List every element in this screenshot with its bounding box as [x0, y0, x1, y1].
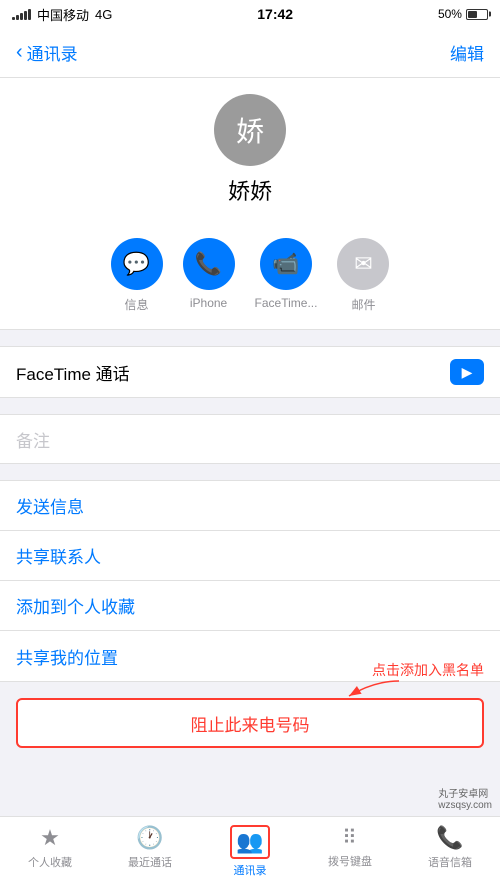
- back-label: 通讯录: [27, 40, 78, 65]
- keypad-icon: ⠿: [342, 825, 358, 850]
- back-arrow-icon: ‹: [16, 41, 23, 64]
- phone-label: iPhone: [190, 296, 227, 310]
- facetime-section-label: FaceTime 通话: [16, 360, 130, 385]
- share-location-label: 共享我的位置: [16, 644, 118, 669]
- tab-voicemail[interactable]: 📞 语音信箱: [400, 825, 500, 870]
- message-action[interactable]: 💬 信息: [111, 238, 163, 313]
- back-button[interactable]: ‹ 通讯录: [16, 40, 78, 65]
- tab-contacts-label: 通讯录: [234, 862, 267, 878]
- watermark: 丸子安卓网wzsqsy.com: [438, 785, 492, 811]
- avatar: 娇: [214, 94, 286, 166]
- share-contact-item[interactable]: 共享联系人: [0, 531, 500, 581]
- send-message-label: 发送信息: [16, 493, 84, 518]
- phone-icon: 📞: [183, 238, 235, 290]
- nav-bar: ‹ 通讯录 编辑: [0, 28, 500, 78]
- mail-label: 邮件: [351, 296, 375, 313]
- block-caller-button[interactable]: 阻止此来电号码: [16, 698, 484, 748]
- favorites-icon: ★: [40, 825, 60, 851]
- voicemail-icon: 📞: [436, 825, 463, 851]
- facetime-icon: 📹: [260, 238, 312, 290]
- tab-voicemail-label: 语音信箱: [428, 854, 472, 870]
- network-type: 4G: [95, 7, 112, 22]
- facetime-video-icon: ▶: [462, 364, 473, 381]
- note-placeholder: 备注: [16, 427, 50, 452]
- block-label: 阻止此来电号码: [191, 711, 310, 736]
- contact-name: 娇娇: [228, 174, 272, 206]
- tab-bar: ★ 个人收藏 🕐 最近通话 👥 通讯录 ⠿ 拨号键盘 📞 语音信箱: [0, 816, 500, 886]
- status-left: 中国移动 4G: [12, 5, 112, 24]
- contact-header: 娇 娇娇: [0, 78, 500, 226]
- signal-icon: [12, 8, 31, 20]
- tab-recents-label: 最近通话: [128, 854, 172, 870]
- tab-keypad-label: 拨号键盘: [328, 853, 372, 869]
- facetime-section: FaceTime 通话 ▶: [0, 346, 500, 398]
- action-list: 发送信息 共享联系人 添加到个人收藏 共享我的位置: [0, 480, 500, 682]
- facetime-action[interactable]: 📹 FaceTime...: [255, 238, 318, 313]
- facetime-video-button[interactable]: ▶: [450, 359, 484, 385]
- mail-icon: ✉: [337, 238, 389, 290]
- status-bar: 中国移动 4G 17:42 50%: [0, 0, 500, 28]
- contacts-icon: 👥: [236, 829, 263, 854]
- tab-contacts-active-border: 👥: [230, 825, 269, 859]
- facetime-row[interactable]: FaceTime 通话 ▶: [16, 347, 484, 397]
- battery-percent: 50%: [438, 7, 462, 21]
- battery-icon: [466, 9, 488, 20]
- status-right: 50%: [438, 7, 488, 21]
- mail-action[interactable]: ✉ 邮件: [337, 238, 389, 313]
- note-section[interactable]: 备注: [0, 414, 500, 464]
- tab-favorites-label: 个人收藏: [28, 854, 72, 870]
- message-icon: 💬: [111, 238, 163, 290]
- facetime-label: FaceTime...: [255, 296, 318, 310]
- add-favorite-item[interactable]: 添加到个人收藏: [0, 581, 500, 631]
- block-container: 点击添加入黑名单 阻止此来电号码: [0, 698, 500, 748]
- carrier-label: 中国移动: [37, 5, 89, 24]
- send-message-item[interactable]: 发送信息: [0, 481, 500, 531]
- tab-recents[interactable]: 🕐 最近通话: [100, 825, 200, 870]
- tab-favorites[interactable]: ★ 个人收藏: [0, 825, 100, 870]
- tab-contacts[interactable]: 👥 通讯录: [200, 825, 300, 878]
- recents-icon: 🕐: [136, 825, 163, 851]
- tab-keypad[interactable]: ⠿ 拨号键盘: [300, 825, 400, 869]
- share-contact-label: 共享联系人: [16, 543, 101, 568]
- edit-button[interactable]: 编辑: [450, 40, 484, 65]
- action-buttons-row: 💬 信息 📞 iPhone 📹 FaceTime... ✉ 邮件: [0, 226, 500, 330]
- message-label: 信息: [125, 296, 149, 313]
- add-favorite-label: 添加到个人收藏: [16, 593, 135, 618]
- phone-action[interactable]: 📞 iPhone: [183, 238, 235, 313]
- status-time: 17:42: [257, 6, 293, 22]
